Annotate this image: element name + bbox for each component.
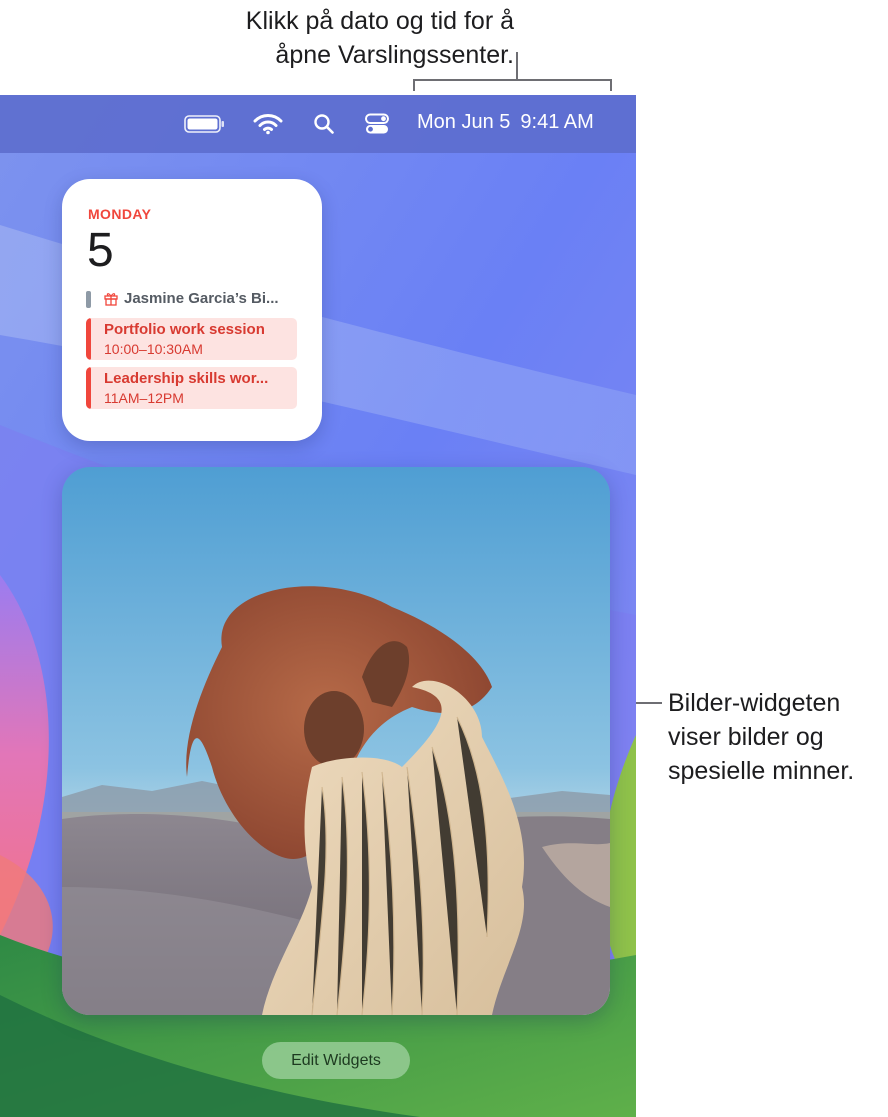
calendar-all-day-event[interactable]: Jasmine Garcia’s Bi... <box>86 290 298 308</box>
menu-bar: Mon Jun 5 9:41 AM <box>0 95 636 153</box>
callout-right-line-3: spesielle minner. <box>668 757 855 785</box>
event-color-bar <box>86 291 91 308</box>
callout-right-line-1: Bilder-widgeten <box>668 689 841 717</box>
event-color-bar <box>86 318 91 360</box>
control-center-icon[interactable] <box>360 95 394 153</box>
photo-image <box>62 467 610 1015</box>
calendar-weekday: MONDAY <box>88 206 152 222</box>
menubar-time[interactable]: 9:41 AM <box>520 111 593 133</box>
callout-top-leader-right <box>610 79 612 91</box>
event-title: Leadership skills wor... <box>104 370 269 387</box>
calendar-day-number: 5 <box>87 224 114 277</box>
desktop: Mon Jun 5 9:41 AM MONDAY 5 Jasmine Garcia… <box>0 95 636 1117</box>
menubar-clock[interactable]: Mon Jun 5 9:41 AM <box>417 111 594 134</box>
all-day-event-title: Jasmine Garcia’s Bi... <box>124 290 279 307</box>
event-time: 11AM–12PM <box>104 390 184 406</box>
event-time: 10:00–10:30AM <box>104 341 203 357</box>
edit-widgets-button[interactable]: Edit Widgets <box>262 1042 410 1079</box>
callout-right-line-2: viser bilder og <box>668 723 824 751</box>
callout-top-line-2: åpne Varslingssenter. <box>275 41 514 69</box>
calendar-widget[interactable]: MONDAY 5 Jasmine Garcia’s Bi... Portfoli… <box>62 179 322 441</box>
callout-notification-center: Klikk på dato og tid for å åpne Varsling… <box>150 4 514 72</box>
event-color-bar <box>86 367 91 409</box>
battery-icon[interactable] <box>182 95 228 153</box>
search-icon[interactable] <box>308 95 340 153</box>
callout-top-line-1: Klikk på dato og tid for å <box>245 7 514 35</box>
callout-photos-widget: Bilder-widgeten viser bilder og spesiell… <box>668 686 888 788</box>
calendar-event[interactable]: Leadership skills wor... 11AM–12PM <box>86 367 297 409</box>
menubar-date[interactable]: Mon Jun 5 <box>417 111 510 133</box>
event-title: Portfolio work session <box>104 321 265 338</box>
callout-top-leader-stem <box>516 52 518 80</box>
gift-icon <box>104 293 118 306</box>
photos-widget[interactable] <box>62 467 610 1015</box>
wifi-icon[interactable] <box>250 95 286 153</box>
calendar-event[interactable]: Portfolio work session 10:00–10:30AM <box>86 318 297 360</box>
callout-top-leader-bracket <box>413 79 611 81</box>
callout-top-leader-left <box>413 79 415 91</box>
